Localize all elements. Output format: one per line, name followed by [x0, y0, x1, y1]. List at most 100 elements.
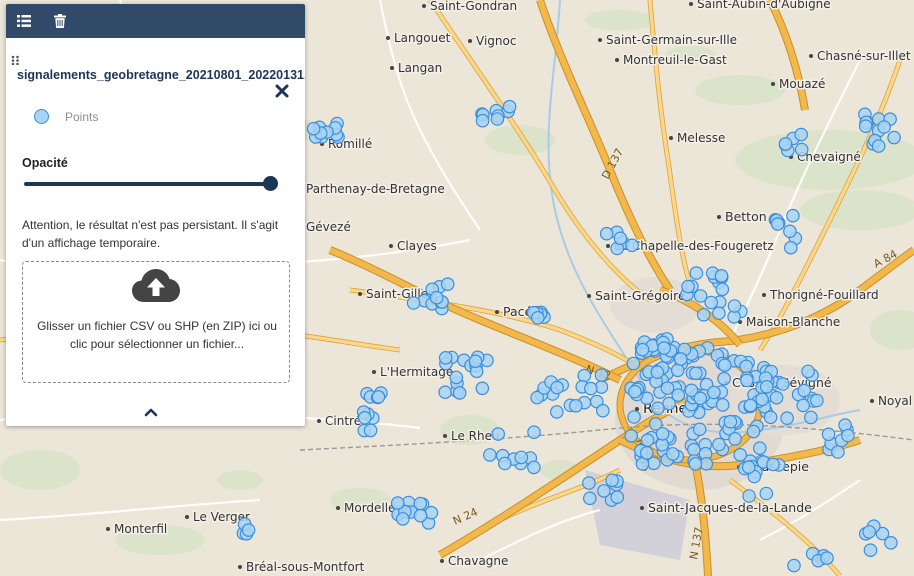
map-point — [752, 441, 767, 455]
place-dot — [336, 506, 340, 510]
map-point — [796, 398, 810, 413]
map-point — [863, 543, 878, 557]
map-point — [696, 307, 711, 322]
map-point — [787, 558, 801, 573]
map-point — [514, 450, 529, 465]
place-label: Vignoc — [476, 34, 516, 48]
place-dot — [669, 136, 673, 140]
place-dot — [358, 292, 362, 296]
map-point — [689, 366, 703, 381]
map-point — [877, 120, 891, 134]
map-point — [610, 490, 625, 504]
place-dot — [771, 82, 775, 86]
map-point — [755, 392, 769, 407]
map-point — [820, 551, 834, 565]
map-point — [689, 266, 704, 280]
close-icon[interactable] — [275, 84, 291, 100]
map-point — [594, 368, 609, 382]
map-point — [438, 350, 453, 365]
chevron-up-icon[interactable] — [144, 404, 158, 417]
place-dot — [587, 294, 591, 298]
map-point — [550, 380, 564, 395]
map-point — [727, 299, 742, 313]
layer-legend: Points — [34, 109, 98, 124]
map-point — [841, 428, 855, 443]
place-dot — [422, 4, 426, 8]
map-point — [390, 496, 405, 510]
map-point — [739, 359, 753, 374]
opacity-slider-thumb[interactable] — [263, 176, 278, 191]
map-point — [717, 358, 732, 372]
place-label: Saint-Grégoire — [595, 288, 686, 303]
map-point — [413, 508, 428, 523]
list-icon[interactable] — [15, 12, 33, 30]
map-point — [660, 381, 675, 395]
map-point — [363, 423, 378, 438]
place-dot — [389, 244, 393, 248]
map-point — [413, 496, 428, 511]
place-label: Langouet — [394, 31, 451, 45]
map-point — [657, 341, 671, 355]
map-point — [671, 388, 685, 402]
map-point — [714, 268, 729, 283]
map-point — [582, 476, 596, 490]
file-dropzone[interactable]: Glisser un fichier CSV ou SHP (en ZIP) i… — [22, 261, 290, 383]
map-point — [670, 363, 685, 378]
place-label: Cintré — [325, 414, 361, 428]
map-point — [595, 403, 610, 418]
map-point — [650, 365, 665, 379]
woodland-area — [0, 450, 80, 490]
map-point — [583, 381, 598, 396]
place-dot — [809, 54, 813, 58]
map-point — [395, 512, 410, 526]
map-point — [482, 448, 497, 462]
map-point — [723, 414, 738, 429]
trash-icon[interactable] — [51, 12, 69, 30]
map-point — [783, 240, 798, 255]
map-point — [712, 306, 726, 320]
map-point — [241, 523, 256, 537]
map-point — [438, 385, 452, 399]
map-point — [715, 282, 730, 297]
place-label: Montreuil-le-Gast — [623, 53, 727, 67]
place-label: Melesse — [677, 131, 725, 145]
place-label: Bréal-sous-Montfort — [246, 560, 365, 574]
place-dot — [390, 66, 394, 70]
legend-label: Points — [65, 109, 99, 124]
woodland-area — [870, 310, 914, 350]
map-point — [780, 411, 794, 425]
opacity-slider[interactable] — [24, 176, 278, 192]
woodland-area — [800, 190, 914, 230]
woodland-area — [217, 470, 263, 490]
map-point — [862, 525, 876, 539]
place-dot — [495, 310, 499, 314]
place-dot — [238, 565, 242, 569]
map-point — [549, 405, 564, 419]
warning-text: Attention, le résultat n'est pas persist… — [22, 218, 279, 250]
map-point — [429, 290, 444, 305]
map-point — [673, 352, 688, 366]
map-point — [769, 390, 784, 405]
map-point — [740, 373, 754, 388]
map-point — [628, 384, 642, 399]
map-point — [665, 447, 680, 461]
map-point — [810, 393, 824, 408]
place-dot — [870, 399, 874, 403]
place-dot — [185, 515, 189, 519]
place-label: Saint-Germain-sur-Ille — [606, 33, 737, 47]
map-point — [821, 427, 836, 442]
map-point — [624, 428, 638, 443]
map-point — [371, 390, 386, 404]
panel-toolbar — [6, 4, 305, 38]
map-point — [635, 342, 650, 357]
place-label: Monterfil — [114, 522, 167, 536]
place-dot — [615, 58, 619, 62]
map-point — [406, 296, 421, 310]
map-point — [797, 383, 811, 398]
map-point — [475, 113, 490, 128]
opacity-slider-track[interactable] — [24, 182, 270, 186]
map-point — [728, 432, 742, 446]
place-label: Chavagne — [448, 554, 508, 568]
place-label: Saint-Jacques-de-la-Lande — [648, 500, 812, 515]
point-symbol-icon — [34, 109, 49, 124]
